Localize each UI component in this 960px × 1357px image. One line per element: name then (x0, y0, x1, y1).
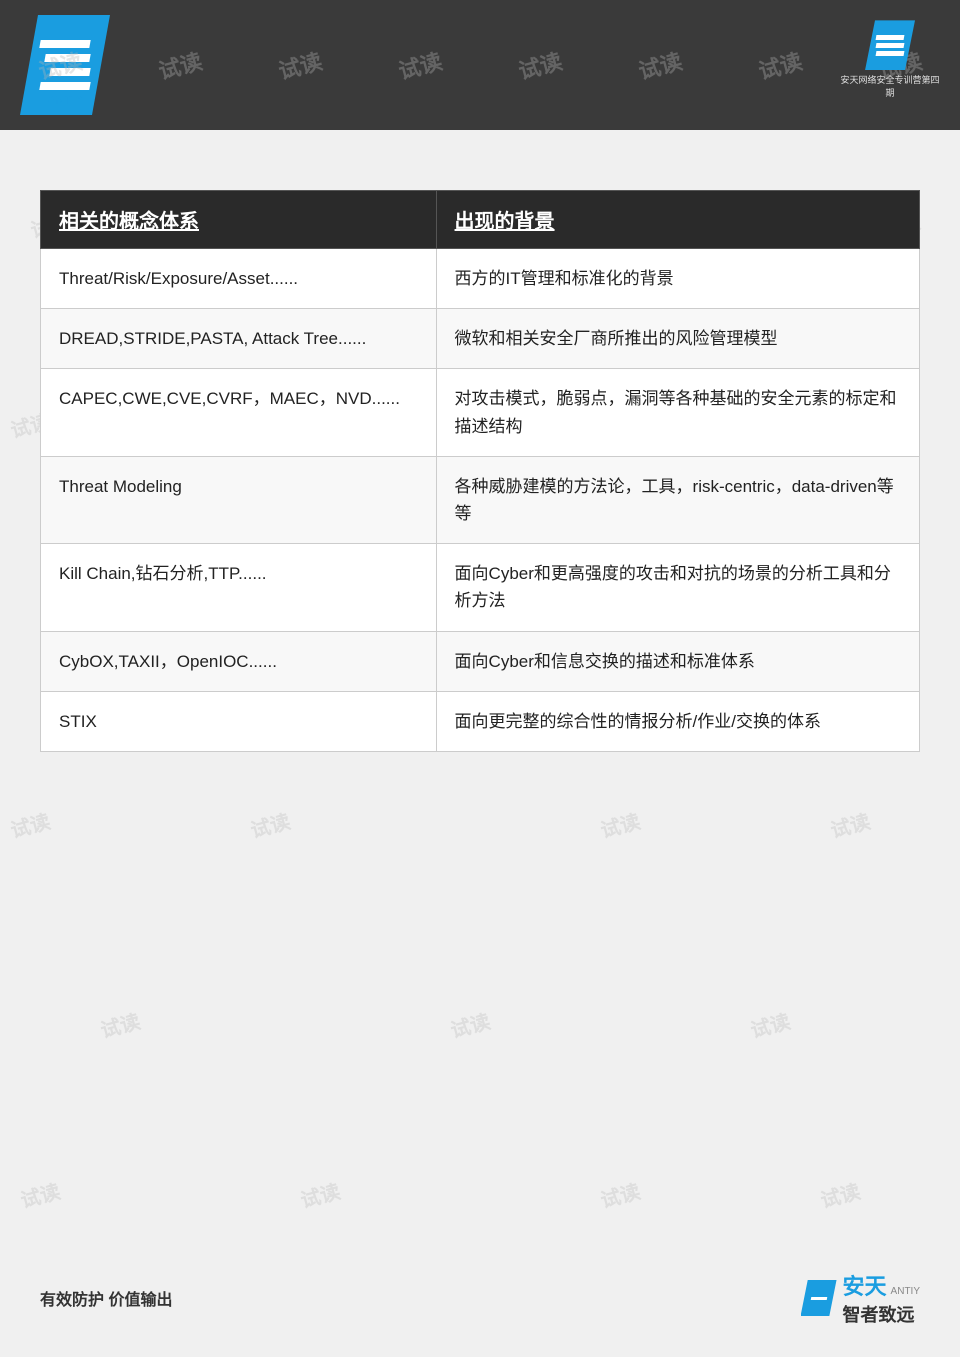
footer-brand-sub: 智者致远 (843, 1301, 920, 1327)
cell-left-5: CybOX,TAXII，OpenIOC...... (41, 631, 437, 691)
watermark-4: 试读 (395, 44, 446, 86)
cell-right-4: 面向Cyber和更高强度的攻击和对抗的场景的分析工具和分析方法 (436, 544, 919, 631)
footer-brand: 安天 ANTIY 智者致远 (801, 1269, 920, 1327)
cell-right-3: 各种威胁建模的方法论，工具，risk-centric，data-driven等等 (436, 456, 919, 543)
body-watermark-20: 试读 (17, 1175, 63, 1213)
header-watermarks: 试读 试读 试读 试读 试读 试读 试读 试读 (0, 0, 960, 130)
watermark-3: 试读 (275, 44, 326, 86)
body-watermark-13: 试读 (7, 805, 53, 843)
table-row: STIX面向更完整的综合性的情报分析/作业/交换的体系 (41, 691, 920, 751)
top-right-logo-icon (865, 20, 915, 70)
top-right-logo: 安天网络安全专训营第四期 (840, 15, 940, 105)
logo-text: ANTIY (47, 93, 83, 107)
cell-left-1: DREAD,STRIDE,PASTA, Attack Tree...... (41, 309, 437, 369)
table-row: Threat Modeling各种威胁建模的方法论，工具，risk-centri… (41, 456, 920, 543)
col1-header: 相关的概念体系 (41, 191, 437, 249)
footer-antiy-label: ANTIY (891, 1286, 920, 1297)
cell-right-1: 微软和相关安全厂商所推出的风险管理模型 (436, 309, 919, 369)
watermark-5: 试读 (515, 44, 566, 86)
body-watermark-14: 试读 (247, 805, 293, 843)
body-watermark-22: 试读 (597, 1175, 643, 1213)
body-watermark-19: 试读 (747, 1005, 793, 1043)
cell-left-4: Kill Chain,钻石分析,TTP...... (41, 544, 437, 631)
cell-right-2: 对攻击模式，脆弱点，漏洞等各种基础的安全元素的标定和描述结构 (436, 369, 919, 456)
watermark-6: 试读 (635, 44, 686, 86)
top-right-brand-label: 安天网络安全专训营第四期 (840, 74, 940, 99)
body-watermark-17: 试读 (97, 1005, 143, 1043)
body-watermark-21: 试读 (297, 1175, 343, 1213)
main-table: 相关的概念体系 出现的背景 Threat/Risk/Exposure/Asset… (40, 190, 920, 752)
watermark-7: 试读 (755, 44, 806, 86)
cell-left-2: CAPEC,CWE,CVE,CVRF，MAEC，NVD...... (41, 369, 437, 456)
footer-brand-name: 安天 (843, 1269, 887, 1301)
table-row: CAPEC,CWE,CVE,CVRF，MAEC，NVD......对攻击模式，脆… (41, 369, 920, 456)
body-watermark-23: 试读 (817, 1175, 863, 1213)
body-watermark-15: 试读 (597, 805, 643, 843)
cell-left-0: Threat/Risk/Exposure/Asset...... (41, 249, 437, 309)
table-row: DREAD,STRIDE,PASTA, Attack Tree......微软和… (41, 309, 920, 369)
footer: 有效防护 价值输出 安天 ANTIY 智者致远 (0, 1269, 960, 1327)
cell-left-3: Threat Modeling (41, 456, 437, 543)
body-watermark-16: 试读 (827, 805, 873, 843)
table-row: Threat/Risk/Exposure/Asset......西方的IT管理和… (41, 249, 920, 309)
footer-logo-icon (801, 1280, 837, 1316)
cell-right-6: 面向更完整的综合性的情报分析/作业/交换的体系 (436, 691, 919, 751)
table-row: Kill Chain,钻石分析,TTP......面向Cyber和更高强度的攻击… (41, 544, 920, 631)
cell-right-0: 西方的IT管理和标准化的背景 (436, 249, 919, 309)
cell-right-5: 面向Cyber和信息交换的描述和标准体系 (436, 631, 919, 691)
body-watermark-18: 试读 (447, 1005, 493, 1043)
header: ANTIY 试读 试读 试读 试读 试读 试读 试读 试读 安天网络安全专训营第… (0, 0, 960, 130)
footer-tagline: 有效防护 价值输出 (40, 1286, 172, 1310)
logo: ANTIY (20, 15, 110, 115)
main-content: 相关的概念体系 出现的背景 Threat/Risk/Exposure/Asset… (0, 130, 960, 772)
col2-header: 出现的背景 (436, 191, 919, 249)
cell-left-6: STIX (41, 691, 437, 751)
watermark-2: 试读 (155, 44, 206, 86)
table-row: CybOX,TAXII，OpenIOC......面向Cyber和信息交换的描述… (41, 631, 920, 691)
